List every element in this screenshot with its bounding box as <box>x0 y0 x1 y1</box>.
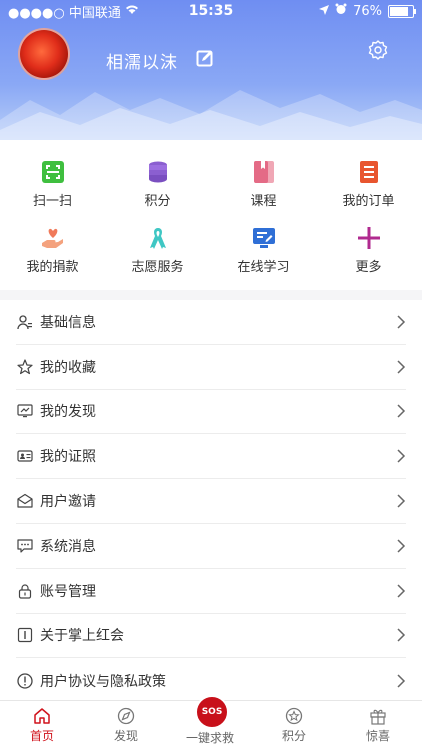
settings-gear-icon[interactable] <box>368 40 388 64</box>
coins-icon <box>148 161 167 183</box>
menu-item-basic-info[interactable]: 基础信息 <box>16 300 406 345</box>
menu-label: 基础信息 <box>40 314 96 331</box>
menu-label: 用户协议与隐私政策 <box>40 673 166 690</box>
tab-sos[interactable]: SOS 一键求救 <box>168 695 252 751</box>
grid-label: 志愿服务 <box>131 260 184 275</box>
ribbon-icon <box>149 228 166 249</box>
tab-surprise[interactable]: 惊喜 <box>336 701 420 751</box>
tab-label: 积分 <box>281 729 306 743</box>
mountain-background <box>0 90 422 140</box>
tab-label: 首页 <box>29 729 54 743</box>
chevron-right-icon <box>397 494 406 508</box>
course-book-icon <box>253 161 274 183</box>
section-divider <box>0 290 422 300</box>
chevron-right-icon <box>397 674 406 688</box>
settings-menu: 基础信息 我的收藏 我的发现 我的证照 用户邀请 系统消息 账号管理 关于掌上红… <box>0 300 422 703</box>
menu-label: 用户邀请 <box>40 494 96 511</box>
chevron-right-icon <box>397 449 406 463</box>
chevron-right-icon <box>397 404 406 419</box>
points-icon <box>285 707 303 725</box>
alarm-icon <box>335 3 347 19</box>
grid-label: 在线学习 <box>237 260 290 275</box>
online-learning-icon <box>252 228 275 248</box>
grid-label: 我的订单 <box>342 194 395 209</box>
grid-item-volunteer[interactable]: 志愿服务 <box>105 226 210 275</box>
star-icon <box>16 358 34 376</box>
grid-label: 我的捐款 <box>26 260 79 275</box>
grid-label: 课程 <box>250 194 277 209</box>
home-icon <box>34 708 50 724</box>
menu-item-discoveries[interactable]: 我的发现 <box>16 390 406 435</box>
grid-item-course[interactable]: 课程 <box>211 160 316 209</box>
menu-label: 系统消息 <box>40 538 96 555</box>
menu-label: 我的发现 <box>40 404 96 421</box>
grid-item-points[interactable]: 积分 <box>105 160 210 209</box>
menu-item-invite[interactable]: 用户邀请 <box>16 479 406 524</box>
tab-points[interactable]: 积分 <box>252 701 336 751</box>
location-arrow-icon <box>319 4 330 19</box>
menu-label: 关于掌上红会 <box>40 628 124 645</box>
tab-label: 惊喜 <box>365 729 390 743</box>
grid-label: 积分 <box>144 194 171 209</box>
grid-item-donation[interactable]: 我的捐款 <box>0 226 105 275</box>
donation-hand-heart-icon <box>41 228 63 248</box>
chevron-right-icon <box>397 539 406 553</box>
menu-item-system-messages[interactable]: 系统消息 <box>16 524 406 569</box>
grid-item-online-learning[interactable]: 在线学习 <box>211 226 316 275</box>
discover-icon <box>117 707 135 725</box>
chevron-right-icon <box>397 360 406 374</box>
discover-screen-icon <box>16 402 34 420</box>
username[interactable]: 相濡以沫 <box>106 48 178 73</box>
menu-item-favorites[interactable]: 我的收藏 <box>16 345 406 390</box>
exclamation-circle-icon <box>16 672 34 690</box>
lock-icon <box>16 582 34 600</box>
chevron-right-icon <box>397 584 406 598</box>
menu-item-about[interactable]: 关于掌上红会 <box>16 614 406 659</box>
grid-item-scan[interactable]: 扫一扫 <box>0 160 105 209</box>
invite-mail-icon <box>16 492 34 510</box>
quick-action-grid: 扫一扫 积分 课程 我的订单 我的捐款 志愿服务 在线学习 更多 <box>0 140 422 290</box>
avatar[interactable] <box>18 28 70 80</box>
sos-icon[interactable]: SOS <box>195 695 229 729</box>
message-icon <box>16 537 34 555</box>
chevron-right-icon <box>397 628 406 642</box>
edit-icon[interactable] <box>196 49 214 71</box>
tab-home[interactable]: 首页 <box>0 701 84 751</box>
info-icon <box>16 626 34 644</box>
scan-icon <box>41 161 64 183</box>
battery-percent: 76% <box>353 3 382 19</box>
chevron-right-icon <box>397 315 406 329</box>
wifi-icon <box>125 4 139 19</box>
bottom-tab-bar: 首页 发现 SOS 一键求救 积分 惊喜 <box>0 695 422 751</box>
grid-item-orders[interactable]: 我的订单 <box>316 160 421 209</box>
order-list-icon <box>359 161 378 183</box>
menu-label: 我的证照 <box>40 449 96 466</box>
tab-label: 发现 <box>113 729 138 743</box>
tab-label: 一键求救 <box>185 731 234 745</box>
menu-label: 我的收藏 <box>40 359 96 376</box>
plus-icon <box>357 227 380 249</box>
status-bar: ●●●●○ 中国联通 15:35 76% <box>0 0 422 22</box>
grid-label: 更多 <box>355 260 382 275</box>
grid-item-more[interactable]: 更多 <box>316 226 421 275</box>
menu-item-licenses[interactable]: 我的证照 <box>16 434 406 480</box>
user-info-icon <box>16 313 34 331</box>
carrier-text: ●●●●○ 中国联通 <box>8 5 121 21</box>
menu-label: 账号管理 <box>40 583 96 600</box>
tab-discover[interactable]: 发现 <box>84 701 168 751</box>
battery-icon <box>388 4 416 18</box>
menu-item-account[interactable]: 账号管理 <box>16 569 406 614</box>
id-card-icon <box>16 447 34 465</box>
grid-label: 扫一扫 <box>32 194 72 209</box>
gift-icon <box>370 709 386 725</box>
